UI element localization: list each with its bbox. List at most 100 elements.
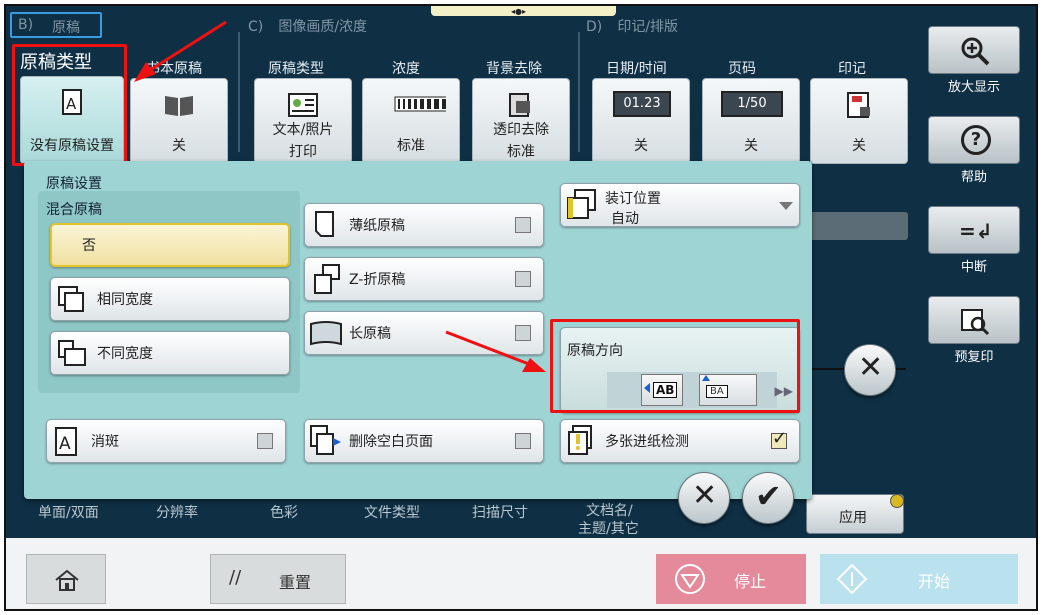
screen: ◂●▸ B) 原稿 C) 图像画质/浓度 D) 印记/排版 原稿类型 书本原稿 … — [0, 0, 1042, 615]
zoom-display-label: 放大显示 — [947, 80, 1000, 95]
section-c-tab[interactable]: C) 图像画质/浓度 — [248, 16, 367, 36]
app-frame: ◂●▸ B) 原稿 C) 图像画质/浓度 D) 印记/排版 原稿类型 书本原稿 … — [4, 4, 1038, 611]
divider — [238, 32, 240, 152]
cancel-button[interactable]: ✕ — [678, 472, 730, 524]
tile-stamp[interactable]: 关 — [810, 78, 908, 164]
interrupt-button[interactable]: =↲ — [928, 206, 1020, 254]
col-density-label: 浓度 — [392, 61, 420, 77]
divider — [578, 32, 580, 152]
option-no-button[interactable]: 否 — [50, 223, 290, 267]
col-bg-label: 背景去除 — [486, 61, 542, 77]
stop-button[interactable]: 停止 — [656, 554, 806, 604]
tile-date-time[interactable]: 01.23 关 — [592, 78, 690, 164]
tile-bg-removal[interactable]: 透印去除 标准 — [472, 78, 570, 164]
diff-width-label: 不同宽度 — [97, 346, 153, 362]
text-photo-icon — [288, 93, 318, 117]
thin-paper-label: 薄纸原稿 — [349, 218, 405, 234]
tab-file-type[interactable]: 文件类型 — [364, 502, 420, 522]
tile-book-original[interactable]: 关 — [130, 78, 228, 164]
section-b-tab[interactable]: B) 原稿 — [10, 12, 102, 38]
reset-button[interactable]: // 重置 — [210, 554, 346, 604]
tile-date-label: 关 — [634, 138, 648, 154]
despeckle-checkbox[interactable] — [257, 433, 273, 449]
tab-scan-size[interactable]: 扫描尺寸 — [472, 502, 528, 522]
despeckle-button[interactable]: A 消斑 — [46, 419, 286, 463]
tab-doc-name-1[interactable]: 文档名/ — [586, 500, 633, 520]
tab-color[interactable]: 色彩 — [270, 502, 298, 522]
tile-density-label: 标准 — [397, 138, 425, 154]
arrow-annotation — [445, 330, 546, 372]
multi-feed-checkbox[interactable]: ✓ — [771, 428, 787, 449]
apply-label: 应用 — [839, 510, 867, 526]
stop-label: 停止 — [734, 572, 767, 591]
binding-position-dropdown[interactable]: 装订位置 自动 — [560, 183, 800, 227]
svg-text:A: A — [59, 434, 71, 454]
start-button[interactable]: 开始 — [820, 554, 1018, 604]
binding-position-label: 装订位置 — [605, 191, 661, 207]
reset-label: 重置 — [279, 573, 312, 592]
top-handle[interactable]: ◂●▸ — [431, 6, 616, 16]
section-d-tab[interactable]: D) 印记/排版 — [586, 16, 678, 36]
bottom-bar: // 重置 停止 开始 — [6, 538, 1036, 609]
date-badge: 01.23 — [613, 91, 671, 117]
section-d-label: 印记/排版 — [617, 19, 679, 35]
tile-density[interactable]: 标准 — [362, 78, 460, 164]
help-label: 帮助 — [960, 170, 987, 185]
same-width-button[interactable]: 相同宽度 — [50, 277, 290, 321]
delete-blank-icon — [310, 425, 341, 455]
panel-title: 原稿设置 — [46, 176, 102, 192]
col-page-label: 页码 — [728, 61, 756, 77]
section-b-label: 原稿 — [52, 20, 80, 36]
stamp-icon — [847, 92, 870, 118]
zoom-display-button[interactable] — [928, 26, 1020, 74]
tab-doc-name-2[interactable]: 主题/其它 — [578, 518, 639, 538]
multi-feed-button[interactable]: 多张进纸检测 ✓ — [560, 419, 800, 463]
long-original-label: 长原稿 — [349, 326, 391, 342]
diff-width-button[interactable]: 不同宽度 — [50, 331, 290, 375]
checkmark-icon: ✔ — [755, 477, 782, 515]
tab-resolution[interactable]: 分辨率 — [156, 502, 198, 522]
section-c-label: 图像画质/浓度 — [278, 19, 368, 35]
tab-duplex[interactable]: 单面/双面 — [38, 502, 99, 522]
tile-doc-type-label2: 打印 — [289, 144, 317, 160]
preview-copy-label: 预复印 — [954, 350, 994, 365]
despeckle-label: 消斑 — [91, 434, 119, 450]
checkmark-icon: ✓ — [772, 428, 788, 449]
tile-stamp-label: 关 — [852, 138, 866, 154]
ok-button[interactable]: ✔ — [742, 472, 794, 524]
bg-strip — [806, 212, 908, 240]
z-fold-checkbox[interactable] — [515, 271, 531, 287]
status-led — [890, 494, 904, 508]
help-button[interactable]: ? — [928, 116, 1020, 164]
delete-blank-label: 删除空白页面 — [349, 434, 433, 450]
thin-paper-checkbox[interactable] — [515, 217, 531, 233]
close-icon: ✕ — [858, 350, 884, 385]
delete-blank-checkbox[interactable] — [515, 433, 531, 449]
col-stamp-label: 印记 — [838, 61, 866, 77]
close-orientation-button[interactable]: ✕ — [844, 344, 896, 396]
multi-feed-icon — [568, 425, 592, 455]
close-icon: ✕ — [692, 478, 718, 513]
thin-paper-button[interactable]: 薄纸原稿 — [304, 203, 544, 247]
stop-icon — [675, 564, 705, 594]
home-button[interactable] — [26, 554, 106, 604]
z-fold-label: Z-折原稿 — [349, 272, 406, 288]
section-d-letter: D) — [586, 19, 603, 35]
tile-page-number[interactable]: 1/50 关 — [702, 78, 800, 164]
tile-doc-type[interactable]: 文本/照片 打印 — [254, 78, 352, 164]
magnifier-plus-icon — [961, 37, 990, 66]
col-date-label: 日期/时间 — [606, 61, 667, 77]
preview-copy-button[interactable] — [928, 296, 1020, 344]
help-icon: ? — [961, 125, 991, 155]
bg-removal-icon — [509, 93, 530, 117]
slash-icon: // — [229, 567, 242, 588]
home-icon — [55, 569, 79, 591]
highlight-orientation — [550, 319, 800, 413]
col-type-label: 原稿类型 — [268, 61, 324, 77]
z-fold-button[interactable]: Z-折原稿 — [304, 257, 544, 301]
delete-blank-button[interactable]: 删除空白页面 — [304, 419, 544, 463]
section-b-letter: B) — [18, 17, 34, 33]
option-no-label: 否 — [82, 238, 96, 254]
interrupt-label: 中断 — [960, 260, 987, 275]
tile-bg-label1: 透印去除 — [493, 122, 549, 138]
